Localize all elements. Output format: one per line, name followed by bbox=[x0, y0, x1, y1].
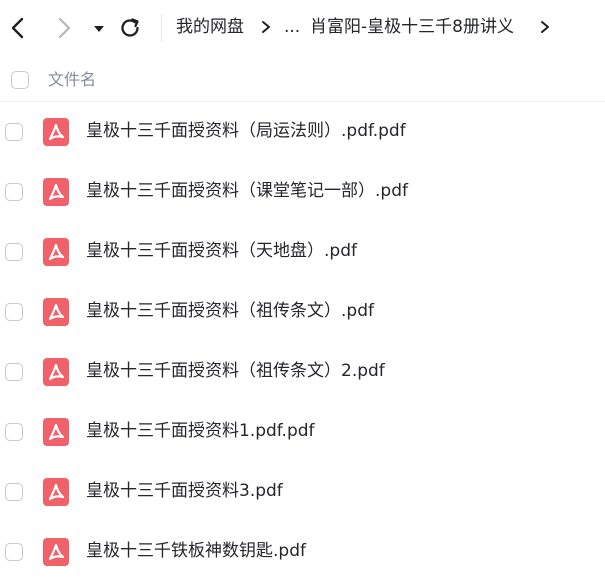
column-header-filename[interactable]: 文件名 bbox=[48, 69, 96, 91]
file-name: 皇极十三千面授资料（天地盘）.pdf bbox=[86, 241, 357, 261]
file-row[interactable]: 皇极十三千面授资料（局运法则）.pdf.pdf bbox=[0, 102, 605, 162]
pdf-icon bbox=[43, 238, 69, 266]
file-row[interactable]: 皇极十三千面授资料3.pdf bbox=[0, 462, 605, 522]
file-row[interactable]: 皇极十三千铁板神数钥匙.pdf bbox=[0, 522, 605, 582]
chevron-right-icon[interactable] bbox=[538, 17, 552, 37]
pdf-icon bbox=[43, 358, 69, 386]
row-checkbox[interactable] bbox=[5, 243, 23, 261]
breadcrumb-root[interactable]: 我的网盘 bbox=[176, 15, 244, 39]
file-name: 皇极十三千面授资料3.pdf bbox=[86, 481, 283, 501]
pdf-icon bbox=[43, 478, 69, 506]
file-name: 皇极十三千面授资料（局运法则）.pdf.pdf bbox=[86, 121, 406, 141]
file-row[interactable]: 皇极十三千面授资料（天地盘）.pdf bbox=[0, 222, 605, 282]
toolbar-divider bbox=[161, 14, 162, 42]
pdf-icon bbox=[43, 298, 69, 326]
caret-down-icon bbox=[94, 26, 104, 32]
list-header: 文件名 bbox=[0, 58, 605, 102]
file-name: 皇极十三千面授资料1.pdf.pdf bbox=[86, 421, 315, 441]
row-checkbox[interactable] bbox=[5, 123, 23, 141]
file-row[interactable]: 皇极十三千面授资料（祖传条文）.pdf bbox=[0, 282, 605, 342]
row-checkbox[interactable] bbox=[5, 483, 23, 501]
refresh-button[interactable] bbox=[116, 14, 144, 42]
file-name: 皇极十三千面授资料（祖传条文）2.pdf bbox=[86, 361, 385, 381]
file-row[interactable]: 皇极十三千面授资料1.pdf.pdf bbox=[0, 402, 605, 462]
pdf-icon bbox=[43, 178, 69, 206]
pdf-icon bbox=[43, 538, 69, 566]
breadcrumb-current-folder[interactable]: 肖富阳-皇极十三千8册讲义 bbox=[310, 15, 514, 39]
select-all-checkbox[interactable] bbox=[11, 71, 29, 89]
forward-button[interactable] bbox=[50, 14, 78, 42]
file-name: 皇极十三千面授资料（课堂笔记一部）.pdf bbox=[86, 181, 408, 201]
chevron-right-icon bbox=[262, 21, 270, 33]
file-row[interactable]: 皇极十三千面授资料（课堂笔记一部）.pdf bbox=[0, 162, 605, 222]
breadcrumb-ellipsis[interactable]: ... bbox=[284, 15, 300, 39]
pdf-icon bbox=[43, 418, 69, 446]
file-row[interactable]: 皇极十三千面授资料（祖传条文）2.pdf bbox=[0, 342, 605, 402]
back-button[interactable] bbox=[4, 14, 32, 42]
file-name: 皇极十三千铁板神数钥匙.pdf bbox=[86, 541, 306, 561]
refresh-icon bbox=[121, 18, 139, 37]
row-checkbox[interactable] bbox=[5, 423, 23, 441]
pdf-icon bbox=[43, 118, 69, 146]
row-checkbox[interactable] bbox=[5, 543, 23, 561]
file-name: 皇极十三千面授资料（祖传条文）.pdf bbox=[86, 301, 374, 321]
arrow-left-icon bbox=[11, 17, 24, 39]
arrow-right-icon bbox=[58, 17, 71, 39]
row-checkbox[interactable] bbox=[5, 183, 23, 201]
toolbar: 我的网盘 ... 肖富阳-皇极十三千8册讲义 bbox=[0, 0, 605, 58]
row-checkbox[interactable] bbox=[5, 303, 23, 321]
row-checkbox[interactable] bbox=[5, 363, 23, 381]
history-dropdown-button[interactable] bbox=[89, 18, 109, 38]
